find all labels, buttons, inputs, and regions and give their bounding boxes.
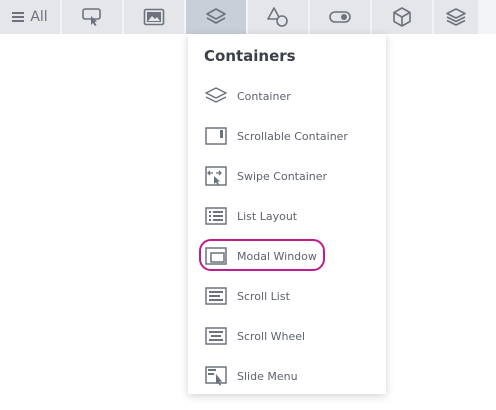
tab-all[interactable]: All	[0, 0, 60, 34]
stack-icon	[446, 8, 466, 26]
scroll-wheel-icon	[204, 324, 228, 348]
menu-item-swipe-container[interactable]: Swipe Container	[204, 162, 376, 190]
menu-item-label: Scroll Wheel	[237, 329, 306, 343]
scrollable-container-icon	[204, 124, 228, 148]
slide-menu-icon	[204, 364, 228, 388]
dropdown-title: Containers	[204, 47, 296, 65]
tab-media[interactable]	[124, 0, 184, 34]
cube-icon	[393, 7, 411, 27]
tab-touch[interactable]	[62, 0, 122, 34]
menu-item-label: Scrollable Container	[237, 129, 348, 143]
menu-item-container[interactable]: Container	[204, 82, 376, 110]
tab-all-label: All	[30, 9, 48, 25]
menu-item-list-layout[interactable]: List Layout	[204, 202, 376, 230]
tab-layers[interactable]	[434, 0, 478, 34]
menu-item-label: Slide Menu	[237, 369, 298, 383]
modal-window-icon	[204, 244, 228, 268]
scroll-list-icon	[204, 284, 228, 308]
tab-shapes[interactable]	[248, 0, 308, 34]
list-layout-icon	[204, 204, 228, 228]
containers-dropdown: Containers Container Scrollable Containe…	[188, 34, 386, 394]
image-icon	[143, 8, 165, 26]
menu-item-label: Container	[237, 89, 291, 103]
menu-item-label: Modal Window	[237, 249, 317, 263]
shapes-icon	[267, 7, 288, 27]
menu-item-slide-menu[interactable]: Slide Menu	[204, 362, 376, 390]
menu-icon	[12, 12, 25, 22]
layers-icon	[206, 8, 226, 24]
component-toolbar: All	[0, 0, 496, 34]
menu-item-label: Scroll List	[237, 289, 290, 303]
menu-item-scroll-list[interactable]: Scroll List	[204, 282, 376, 310]
menu-item-scrollable-container[interactable]: Scrollable Container	[204, 122, 376, 150]
tab-controls[interactable]	[310, 0, 370, 34]
menu-item-scroll-wheel[interactable]: Scroll Wheel	[204, 322, 376, 350]
swipe-container-icon	[204, 164, 228, 188]
menu-item-label: Swipe Container	[237, 169, 328, 183]
layers-icon	[204, 84, 228, 108]
menu-item-label: List Layout	[237, 209, 298, 223]
tab-3d[interactable]	[372, 0, 432, 34]
menu-item-modal-window[interactable]: Modal Window	[204, 242, 376, 270]
touch-icon	[82, 8, 101, 26]
tab-containers[interactable]	[186, 0, 246, 34]
toggle-icon	[329, 11, 351, 23]
